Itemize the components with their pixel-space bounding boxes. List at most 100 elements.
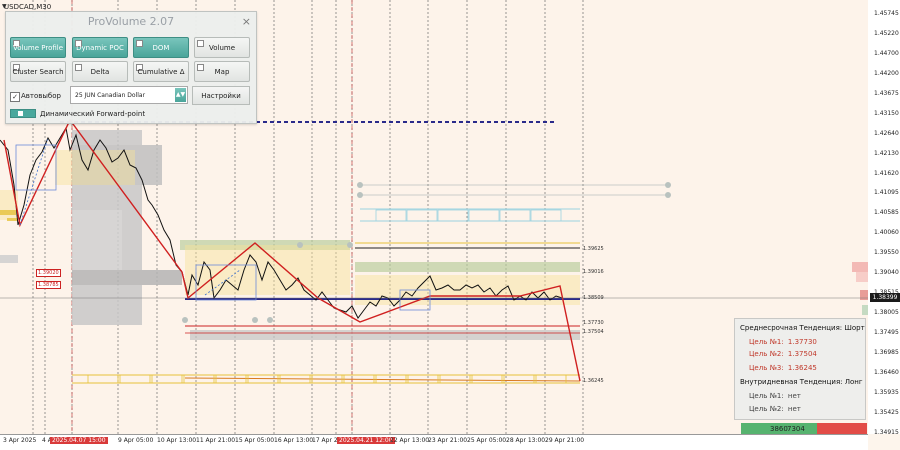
current-price-badge: 1.38399	[870, 293, 900, 302]
buy-volume-value: 3860	[770, 425, 788, 433]
time-tick-highlight: 2025.04.07 15:00	[50, 437, 108, 444]
target-value: нет	[787, 392, 801, 400]
time-tick: 15 Apr 05:00	[235, 437, 275, 444]
trend-info-box: Среднесрочная Тенденция: Шорт Цель №1: 1…	[734, 318, 866, 420]
button-label: DOM	[152, 44, 170, 52]
time-tick: 29 Apr 21:00	[545, 437, 585, 444]
sell-volume-value: 7304	[787, 425, 805, 433]
price-tick: 1.44700	[874, 50, 899, 57]
level-label: 1.36245	[583, 378, 604, 384]
button-label: Delta	[90, 68, 110, 76]
auto-select-label: Автовыбор	[21, 92, 61, 100]
button-label: Dynamic POC	[76, 44, 124, 52]
target-key: Цель №3:	[749, 364, 784, 372]
price-tick: 1.37495	[874, 329, 899, 336]
target-row: Цель №1: нет	[749, 392, 801, 400]
time-tick: 22 Apr 13:00	[390, 437, 430, 444]
instrument-select[interactable]: 25 JUN Canadian Dollar ▲▼	[70, 86, 188, 104]
button-label: Cumulative Δ	[137, 68, 185, 76]
time-tick: 11 Apr 21:00	[196, 437, 236, 444]
buy-sell-volume-bar: 3860 7304	[741, 423, 867, 434]
dom-heatmap	[852, 262, 868, 315]
button-label: Map	[214, 68, 230, 76]
button-label: Volume	[208, 44, 236, 52]
price-tick: 1.34915	[874, 429, 899, 436]
dynamic-poc-button[interactable]: Dynamic POC	[72, 37, 128, 58]
sell-volume-bar	[817, 423, 867, 434]
time-tick: 23 Apr 21:00	[428, 437, 468, 444]
auto-select-checkbox[interactable]: ✓	[10, 92, 20, 102]
symbol-label: USDCAD,M30	[4, 3, 52, 11]
close-icon[interactable]: ×	[242, 15, 251, 28]
time-tick: 28 Apr 13:00	[506, 437, 546, 444]
time-tick: 16 Apr 13:00	[274, 437, 314, 444]
button-label: Volume Profile	[12, 44, 64, 52]
forward-boxes	[375, 209, 562, 222]
map-button[interactable]: Map	[194, 61, 250, 82]
price-tick: 1.42130	[874, 150, 899, 157]
volume-profile-button[interactable]: Volume Profile	[10, 37, 66, 58]
target-row: Цель №3: 1.36245	[749, 364, 817, 372]
price-tick: 1.41620	[874, 170, 899, 177]
level-label: 1.39625	[583, 246, 604, 252]
price-tick: 1.36985	[874, 349, 899, 356]
toggle-knob	[18, 111, 23, 116]
price-tick: 1.40060	[874, 229, 899, 236]
target-value: нет	[787, 405, 801, 413]
price-tick: 1.40585	[874, 209, 899, 216]
level-label: 1.39016	[583, 269, 604, 275]
target-row: Цель №2: нет	[749, 405, 801, 413]
level-label: 1.37730	[583, 320, 604, 326]
time-tick-highlight: 2025.04.21 12:00	[337, 437, 395, 444]
target-row: Цель №1: 1.37730	[749, 338, 817, 346]
price-tick: 1.36460	[874, 369, 899, 376]
target-key: Цель №2:	[749, 405, 784, 413]
target-value: 1.36245	[787, 364, 817, 372]
price-tick: 1.45745	[874, 10, 899, 17]
target-key: Цель №2:	[749, 350, 784, 358]
dom-button[interactable]: DOM	[133, 37, 189, 58]
time-axis[interactable]: 3 Apr 2025 4 Apr 07:00 2025.04.07 15:00 …	[0, 434, 868, 450]
target-key: Цель №1:	[749, 392, 784, 400]
forward-point-label: Динамический Forward-point	[40, 110, 146, 118]
time-tick: 9 Apr 05:00	[118, 437, 154, 444]
price-tick: 1.43150	[874, 110, 899, 117]
target-key: Цель №1:	[749, 338, 784, 346]
price-tick: 1.39040	[874, 269, 899, 276]
time-tick: 3 Apr 2025	[3, 437, 37, 444]
instrument-value: 25 JUN Canadian Dollar	[75, 92, 146, 99]
delta-button[interactable]: Delta	[72, 61, 128, 82]
price-tag: 1.39020	[36, 269, 61, 277]
cluster-search-button[interactable]: Cluster Search	[10, 61, 66, 82]
forward-point-toggle[interactable]	[10, 109, 36, 118]
price-tick: 1.45220	[874, 30, 899, 37]
cumulative-delta-button[interactable]: Cumulative Δ	[133, 61, 189, 82]
level-label: 1.37504	[583, 329, 604, 335]
price-tick: 1.43675	[874, 90, 899, 97]
button-label: Cluster Search	[12, 68, 64, 76]
price-tick: 1.41095	[874, 189, 899, 196]
medium-trend-title: Среднесрочная Тенденция: Шорт	[740, 324, 865, 332]
chart-area[interactable]: ▼ USDCAD,M30 1.39020 1.38785 1.39625 1.3…	[0, 0, 869, 434]
time-tick: 25 Apr 05:00	[467, 437, 507, 444]
price-tag: 1.38785	[36, 281, 61, 289]
price-tick: 1.35935	[874, 389, 899, 396]
price-tick: 1.38005	[874, 309, 899, 316]
price-tick: 1.42640	[874, 130, 899, 137]
provolume-panel[interactable]: ProVolume 2.07 × Volume Profile Dynamic …	[5, 11, 257, 124]
price-tick: 1.35425	[874, 409, 899, 416]
intraday-trend-title: Внутридневная Тенденция: Лонг	[740, 378, 863, 386]
panel-title: ProVolume 2.07	[87, 15, 175, 28]
price-tick: 1.39550	[874, 249, 899, 256]
volume-button[interactable]: Volume	[194, 37, 250, 58]
spinner-arrows-icon[interactable]: ▲▼	[175, 88, 186, 102]
target-value: 1.37730	[787, 338, 817, 346]
price-axis[interactable]: 1.45745 1.45220 1.44700 1.44200 1.43675 …	[868, 0, 900, 436]
settings-label: Настройки	[201, 92, 241, 100]
target-row: Цель №2: 1.37504	[749, 350, 817, 358]
price-tick: 1.44200	[874, 70, 899, 77]
settings-button[interactable]: Настройки	[192, 86, 250, 105]
level-label: 1.38509	[583, 295, 604, 301]
target-value: 1.37504	[787, 350, 817, 358]
time-tick: 10 Apr 13:00	[157, 437, 197, 444]
